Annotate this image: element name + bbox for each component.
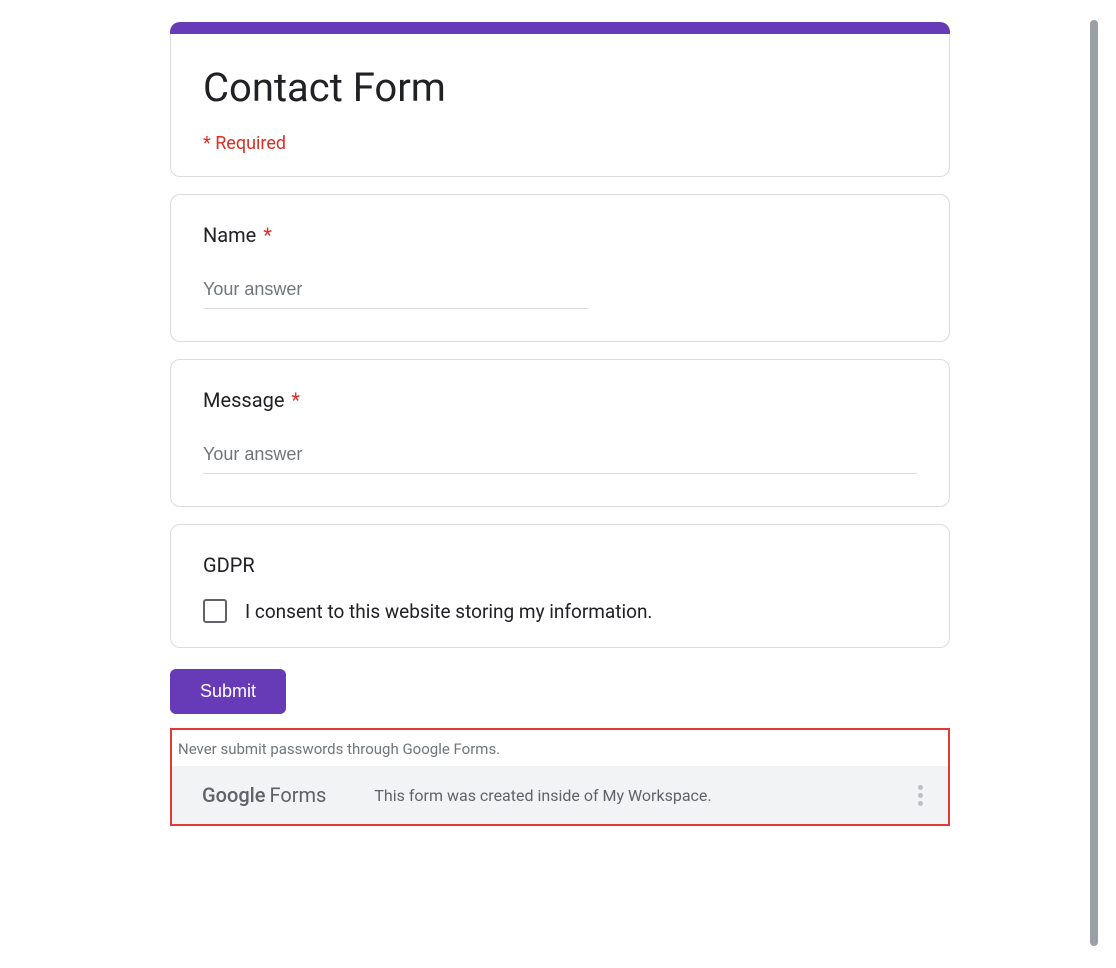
- message-input[interactable]: [203, 440, 917, 474]
- question-label-gdpr: GDPR: [203, 553, 917, 577]
- question-label-name: Name *: [203, 223, 917, 247]
- gdpr-option-text: I consent to this website storing my inf…: [245, 600, 652, 623]
- gdpr-checkbox[interactable]: [203, 599, 227, 623]
- submit-button[interactable]: Submit: [170, 669, 286, 714]
- more-options-icon[interactable]: [908, 783, 932, 807]
- question-text-message: Message: [203, 388, 284, 412]
- workspace-created-text: This form was created inside of My Works…: [374, 786, 711, 805]
- google-forms-logo[interactable]: Google Forms: [202, 783, 326, 807]
- name-input[interactable]: [203, 275, 589, 309]
- question-label-message: Message *: [203, 388, 917, 412]
- footer-highlight-box: Never submit passwords through Google Fo…: [170, 728, 950, 826]
- form-title: Contact Form: [203, 64, 917, 111]
- required-asterisk: *: [263, 223, 272, 247]
- gdpr-option-row[interactable]: I consent to this website storing my inf…: [203, 599, 917, 623]
- logo-forms-text: Forms: [269, 783, 326, 807]
- question-text-name: Name: [203, 223, 256, 247]
- question-card-message: Message *: [170, 359, 950, 507]
- required-note: * Required: [203, 133, 917, 154]
- scrollbar[interactable]: [1090, 20, 1098, 946]
- question-card-name: Name *: [170, 194, 950, 342]
- footer-bar: Google Forms This form was created insid…: [172, 766, 948, 824]
- form-header-card: Contact Form * Required: [170, 22, 950, 177]
- password-warning-text: Never submit passwords through Google Fo…: [172, 730, 948, 766]
- required-asterisk: *: [291, 388, 300, 412]
- question-card-gdpr: GDPR I consent to this website storing m…: [170, 524, 950, 648]
- logo-google-text: Google: [202, 783, 265, 807]
